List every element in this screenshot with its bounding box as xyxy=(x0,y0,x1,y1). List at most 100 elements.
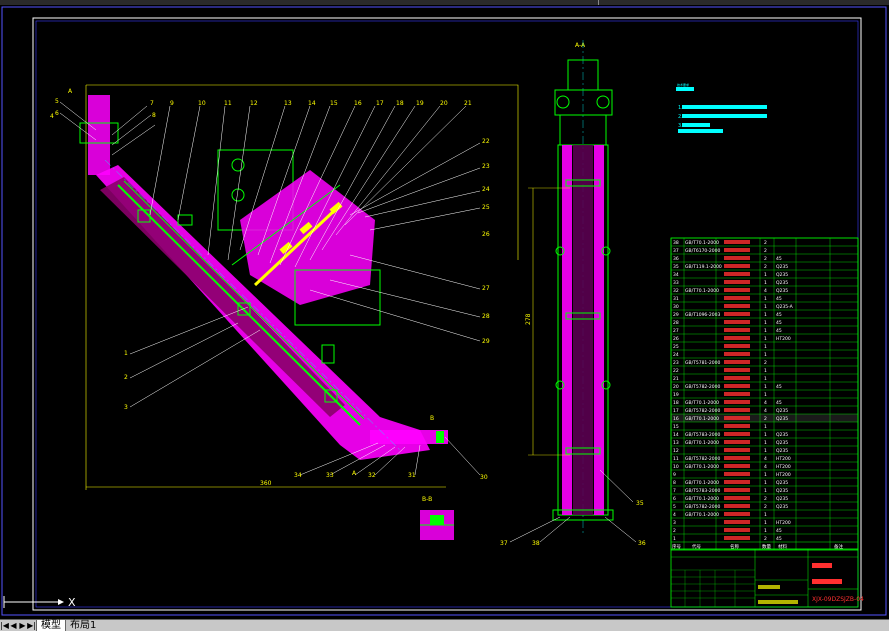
bom-cell-qty: 1 xyxy=(764,328,767,334)
bom-cell-qty: 1 xyxy=(764,312,767,318)
bom-cell-qty: 2 xyxy=(764,496,767,502)
bom-cell-name xyxy=(724,440,750,444)
bom-cell-qty: 1 xyxy=(764,320,767,326)
bom-cell-name xyxy=(724,304,750,308)
bom-cell-no: 29 xyxy=(673,312,679,318)
bom-cell-name xyxy=(724,456,750,460)
bom-cell-no: 7 xyxy=(673,488,676,494)
bom-cell-name xyxy=(724,352,750,356)
bom-cell-code: GB/T70.1-2000 xyxy=(685,480,719,486)
bom-cell-qty: 1 xyxy=(764,368,767,374)
bom-cell-mat: Q235 xyxy=(776,264,788,270)
bom-cell-mat: 45 xyxy=(776,328,782,334)
bom-cell-qty: 1 xyxy=(764,520,767,526)
bom-cell-name xyxy=(724,280,750,284)
title-block: XJX-09DZSJZB-04 xyxy=(670,548,864,608)
bom-cell-no: 25 xyxy=(673,344,679,350)
part-label: 18 xyxy=(396,100,404,107)
bom-cell-qty: 2 xyxy=(764,256,767,262)
bom-cell-name xyxy=(724,256,750,260)
part-label: 5 xyxy=(55,98,59,105)
nav-prev-button[interactable]: ◀ xyxy=(9,620,18,630)
bom-cell-no: 22 xyxy=(673,368,679,374)
dim-vertical: 278 xyxy=(525,313,532,325)
bom-cell-name xyxy=(724,368,750,372)
bom-cell-code: GB/T119.1-2000 xyxy=(685,264,722,270)
part-label: 29 xyxy=(482,338,490,345)
bom-cell-mat: Q235 xyxy=(776,432,788,438)
tab-layout1[interactable]: 布局1 xyxy=(65,620,100,631)
bom-cell-qty: 1 xyxy=(764,488,767,494)
bom-table: 38 GB/T70.1-2000 237 GB/T6170-2000 236 2 4535 G… xyxy=(670,237,859,551)
nav-last-button[interactable]: ▶| xyxy=(27,620,36,630)
bom-cell-no: 31 xyxy=(673,296,679,302)
bom-cell-code: GB/T70.1-2000 xyxy=(685,512,719,518)
part-label: 34 xyxy=(294,472,302,479)
bom-cell-qty: 1 xyxy=(764,280,767,286)
bom-cell-no: 4 xyxy=(673,512,676,518)
bom-cell-no: 33 xyxy=(673,280,679,286)
part-label: 21 xyxy=(464,100,472,107)
bom-cell-qty: 4 xyxy=(764,288,767,294)
tab-model[interactable]: 模型 xyxy=(36,620,65,631)
bom-cell-qty: 2 xyxy=(764,248,767,254)
bom-cell-qty: 1 xyxy=(764,296,767,302)
bom-cell-mat: HT200 xyxy=(776,456,791,462)
bom-cell-no: 21 xyxy=(673,376,679,382)
bom-cell-name xyxy=(724,384,750,388)
bom-cell-no: 3 xyxy=(673,520,676,526)
part-label: 7 xyxy=(150,100,154,107)
bom-cell-no: 12 xyxy=(673,448,679,454)
bom-cell-code: GB/T5783-2000 xyxy=(685,432,721,438)
bom-cell-no: 14 xyxy=(673,432,679,438)
bom-cell-no: 6 xyxy=(673,496,676,502)
part-label: 10 xyxy=(198,100,206,107)
bom-cell-no: 15 xyxy=(673,424,679,430)
bom-cell-qty: 1 xyxy=(764,272,767,278)
bom-cell-qty: 1 xyxy=(764,512,767,518)
bom-cell-mat: HT200 xyxy=(776,336,791,342)
nav-next-button[interactable]: ▶ xyxy=(18,620,27,630)
bom-cell-mat: 45 xyxy=(776,256,782,262)
bom-cell-name xyxy=(724,504,750,508)
view-label-a: A xyxy=(68,88,73,95)
bom-cell-qty: 1 xyxy=(764,384,767,390)
bom-cell-no: 2 xyxy=(673,528,676,534)
part-label: 20 xyxy=(440,100,448,107)
bom-cell-code: GB/T5782-2000 xyxy=(685,456,721,462)
bom-cell-code: GB/T1096-2003 xyxy=(685,312,721,318)
bom-cell-name xyxy=(724,360,750,364)
bom-cell-mat: Q235 xyxy=(776,496,788,502)
bom-cell-no: 1 xyxy=(673,536,676,542)
bom-cell-mat: Q235 xyxy=(776,504,788,510)
part-label: 13 xyxy=(284,100,292,107)
bom-cell-mat: HT200 xyxy=(776,520,791,526)
bom-cell-name xyxy=(724,480,750,484)
bom-cell-qty: 1 xyxy=(764,528,767,534)
cad-drawing-canvas[interactable]: 5 6 7 8 9 10 11 12 13 14 15 16 17 18 19 … xyxy=(0,5,889,619)
bom-cell-no: 17 xyxy=(673,408,679,414)
bom-cell-no: 36 xyxy=(673,256,679,262)
part-label: 24 xyxy=(482,186,490,193)
bom-cell-name xyxy=(724,448,750,452)
bom-cell-name xyxy=(724,464,750,468)
drawing-number: XJX-09DZSJZB-04 xyxy=(812,596,864,603)
bom-cell-name xyxy=(724,288,750,292)
part-label: 33 xyxy=(326,472,334,479)
bom-cell-no: 26 xyxy=(673,336,679,342)
bom-cell-name xyxy=(724,536,750,540)
part-label: 38 xyxy=(532,540,540,547)
section-label-bb: B-B xyxy=(422,496,432,503)
bom-cell-qty: 1 xyxy=(764,472,767,478)
bom-cell-qty: 2 xyxy=(764,240,767,246)
bom-cell-no: 27 xyxy=(673,328,679,334)
nav-first-button[interactable]: |◀ xyxy=(0,620,9,630)
bom-cell-name xyxy=(724,496,750,500)
part-label: 37 xyxy=(500,540,508,547)
bom-cell-no: 38 xyxy=(673,240,679,246)
bom-cell-qty: 1 xyxy=(764,440,767,446)
bom-cell-name xyxy=(724,296,750,300)
part-label: 30 xyxy=(480,474,488,481)
part-number-labels: 5 6 7 8 9 10 11 12 13 14 15 16 17 18 19 … xyxy=(50,88,490,487)
bom-cell-no: 10 xyxy=(673,464,679,470)
